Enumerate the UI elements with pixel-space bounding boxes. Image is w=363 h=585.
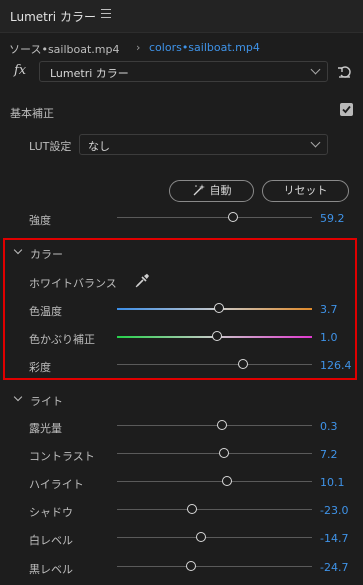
blacks-knob[interactable] xyxy=(186,561,196,571)
color-section-label[interactable]: カラー xyxy=(30,246,63,262)
blacks-track[interactable] xyxy=(117,566,312,567)
exposure-value[interactable]: 0.3 xyxy=(320,420,338,433)
tint-label: 色かぶり補正 xyxy=(29,333,95,346)
exposure-track[interactable] xyxy=(117,425,312,426)
shadows-track[interactable] xyxy=(117,509,312,510)
breadcrumb-source[interactable]: ソース•sailboat.mp4 xyxy=(9,41,119,57)
temperature-value[interactable]: 3.7 xyxy=(320,303,338,316)
basic-correction-checkbox[interactable] xyxy=(340,103,353,116)
breadcrumb-arrow-icon: › xyxy=(136,41,141,54)
reset-button-label: リセット xyxy=(283,184,328,197)
lut-select-value: なし xyxy=(88,140,110,153)
whites-knob[interactable] xyxy=(196,532,206,542)
whites-value[interactable]: -14.7 xyxy=(320,532,348,545)
lut-select[interactable]: なし xyxy=(79,134,328,155)
intensity-value[interactable]: 59.2 xyxy=(320,212,345,225)
light-section-label[interactable]: ライト xyxy=(30,393,63,409)
temperature-label: 色温度 xyxy=(29,305,62,318)
blacks-label: 黒レベル xyxy=(29,563,73,576)
lut-label: LUT設定 xyxy=(29,140,72,153)
shadows-label: シャドウ xyxy=(29,506,73,519)
effect-select[interactable]: Lumetri カラー xyxy=(39,61,328,82)
chevron-down-icon[interactable] xyxy=(13,392,23,402)
panel-menu-icon[interactable] xyxy=(101,9,111,18)
blacks-value[interactable]: -24.7 xyxy=(320,561,348,574)
auto-button[interactable]: 自動 xyxy=(169,180,254,202)
tint-value[interactable]: 1.0 xyxy=(320,331,338,344)
checkmark-icon xyxy=(342,105,351,114)
saturation-value[interactable]: 126.4 xyxy=(320,359,352,372)
panel-title: Lumetri カラー xyxy=(10,10,96,24)
basic-correction-label: 基本補正 xyxy=(10,107,54,120)
chevron-down-icon xyxy=(310,64,321,75)
auto-button-label: 自動 xyxy=(209,184,232,197)
shadows-knob[interactable] xyxy=(187,504,197,514)
contrast-knob[interactable] xyxy=(219,448,229,458)
contrast-label: コントラスト xyxy=(29,450,95,463)
shadows-value[interactable]: -23.0 xyxy=(320,504,348,517)
temperature-knob[interactable] xyxy=(214,303,224,313)
reset-button[interactable]: リセット xyxy=(262,180,349,202)
highlights-label: ハイライト xyxy=(29,478,84,491)
intensity-track[interactable] xyxy=(117,217,312,218)
breadcrumb-target[interactable]: colors•sailboat.mp4 xyxy=(149,41,260,54)
intensity-knob[interactable] xyxy=(228,212,238,222)
contrast-track[interactable] xyxy=(117,453,312,454)
eyedropper-icon[interactable] xyxy=(134,273,150,289)
intensity-label: 強度 xyxy=(29,214,51,227)
highlights-value[interactable]: 10.1 xyxy=(320,476,345,489)
reset-effect-icon[interactable] xyxy=(337,64,353,80)
highlights-track[interactable] xyxy=(117,481,312,482)
fx-badge[interactable]: fx xyxy=(14,63,26,78)
effect-select-value: Lumetri カラー xyxy=(50,67,129,80)
whites-label: 白レベル xyxy=(29,534,73,547)
panel-header: Lumetri カラー xyxy=(0,0,363,33)
magic-wand-icon xyxy=(193,184,205,196)
tint-knob[interactable] xyxy=(212,331,222,341)
saturation-label: 彩度 xyxy=(29,361,51,374)
contrast-value[interactable]: 7.2 xyxy=(320,448,338,461)
chevron-down-icon xyxy=(310,137,321,148)
saturation-track[interactable] xyxy=(117,364,312,365)
saturation-knob[interactable] xyxy=(238,359,248,369)
exposure-label: 露光量 xyxy=(29,422,62,435)
highlights-knob[interactable] xyxy=(222,476,232,486)
exposure-knob[interactable] xyxy=(217,420,227,430)
whites-track[interactable] xyxy=(117,537,312,538)
white-balance-label: ホワイトバランス xyxy=(29,277,117,290)
